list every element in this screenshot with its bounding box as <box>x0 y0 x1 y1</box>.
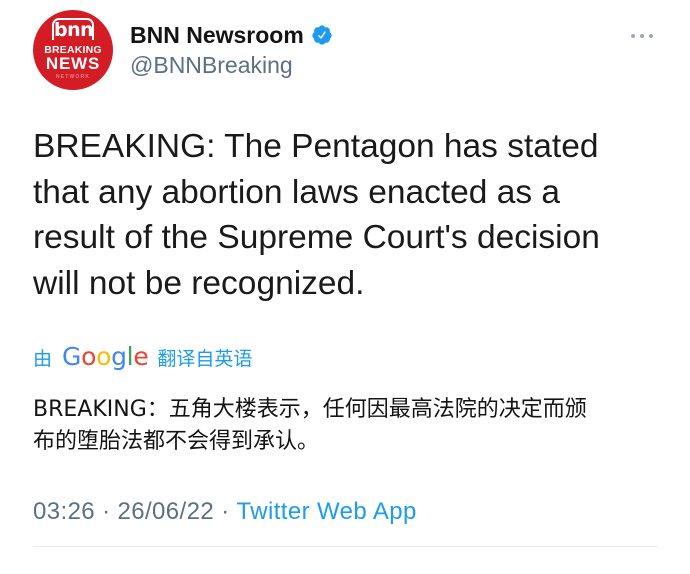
google-logo-letter: o <box>96 341 112 371</box>
author-handle[interactable]: @BNNBreaking <box>130 51 293 79</box>
translation-attribution: 由 Google 翻译自英语 <box>33 342 252 372</box>
translated-from-label: 翻译自英语 <box>157 347 253 370</box>
tweet-text-line: will not be recognized. <box>33 264 365 302</box>
tweet-source-link[interactable]: Twitter Web App <box>237 498 417 526</box>
tweet-text: BREAKING: The Pentagon has stated that a… <box>33 124 673 306</box>
tweet-text-line: that any abortion laws enacted as a <box>33 173 561 211</box>
tweet-text-line: result of the Supreme Court's decision <box>33 219 600 256</box>
avatar-tagline-small: NETWORK <box>55 74 91 80</box>
author-name-row: BNN Newsroom <box>130 21 333 49</box>
tweet-meta: 03:26 · 26/06/22 · Twitter Web App <box>33 498 417 526</box>
google-logo-letter: o <box>81 341 97 371</box>
meta-separator: · <box>102 498 111 525</box>
verified-badge-icon <box>312 25 332 45</box>
tweet-time[interactable]: 03:26 <box>33 498 95 526</box>
more-dot <box>649 34 653 38</box>
tweet-date[interactable]: 26/06/22 <box>117 498 214 526</box>
translated-text: BREAKING：五角大楼表示，任何因最高法院的决定而颁 布的堕胎法都不会得到承… <box>33 394 673 458</box>
author-name[interactable]: BNN Newsroom <box>130 21 304 49</box>
avatar-logo-text: bnn <box>52 18 94 41</box>
divider <box>33 546 658 547</box>
more-dot <box>640 34 644 38</box>
google-logo-letter: e <box>133 341 149 371</box>
meta-separator: · <box>221 498 230 525</box>
avatar-tagline-main: NEWS <box>45 54 101 73</box>
google-logo-letter: G <box>62 341 82 371</box>
google-logo-letter: g <box>111 341 127 371</box>
translated-text-line: 布的堕胎法都不会得到承认。 <box>33 429 320 454</box>
tweet-card: bnn BREAKING NEWS NETWORK BNN Newsroom @… <box>0 0 690 574</box>
more-options-icon[interactable] <box>624 26 660 46</box>
google-logo[interactable]: Google <box>62 341 149 371</box>
avatar[interactable]: bnn BREAKING NEWS NETWORK <box>33 10 113 90</box>
translated-by-label: 由 <box>33 347 53 370</box>
more-dot <box>631 34 635 38</box>
translated-text-line: BREAKING：五角大楼表示，任何因最高法院的决定而颁 <box>33 397 587 422</box>
tweet-text-line: BREAKING: The Pentagon has stated <box>33 128 599 165</box>
